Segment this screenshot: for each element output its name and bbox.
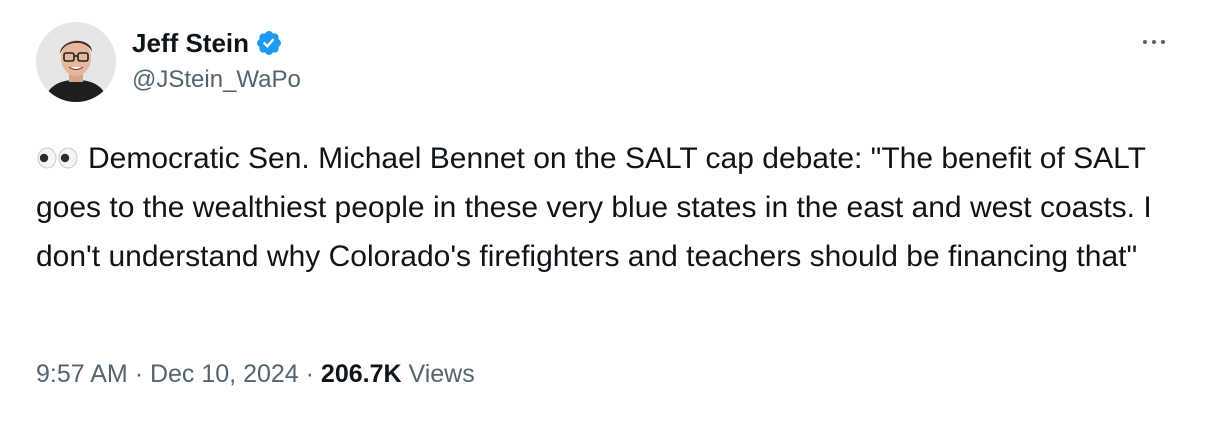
tweet-time-link[interactable]: 9:57 AM — [36, 360, 128, 388]
tweet-date: Dec 10, 2024 — [149, 360, 299, 388]
meta-separator: · — [134, 360, 144, 388]
more-options-icon[interactable] — [1134, 28, 1174, 56]
tweet-date-link[interactable]: Dec 10, 2024 — [150, 360, 299, 388]
tweet-text: Democratic Sen. Michael Bennet on the SA… — [36, 134, 1186, 281]
verified-badge-icon[interactable] — [255, 29, 283, 57]
author-name-row: Jeff Stein — [132, 26, 301, 60]
author-avatar[interactable] — [36, 22, 116, 102]
author-handle[interactable]: @JStein_WaPo — [132, 66, 301, 94]
meta-separator: · — [305, 360, 314, 388]
views-count: 206.7K — [320, 360, 402, 388]
views-link[interactable]: 206.7K Views — [321, 360, 475, 388]
person-avatar-icon — [36, 22, 116, 102]
author-info: Jeff Stein @JStein_WaPo — [132, 26, 301, 94]
tweet-time: 9:57 AM — [36, 360, 128, 388]
views-label: Views — [408, 360, 475, 388]
eyes-emoji-icon — [36, 136, 80, 169]
author-display-name[interactable]: Jeff Stein — [132, 28, 249, 59]
tweet-meta: 9:57 AM · Dec 10, 2024 · 206.7K Views — [36, 360, 475, 389]
tweet-text-content: Democratic Sen. Michael Bennet on the SA… — [36, 142, 1152, 273]
tweet-card: Jeff Stein @JStein_WaPo Democratic Sen. … — [0, 0, 1214, 426]
